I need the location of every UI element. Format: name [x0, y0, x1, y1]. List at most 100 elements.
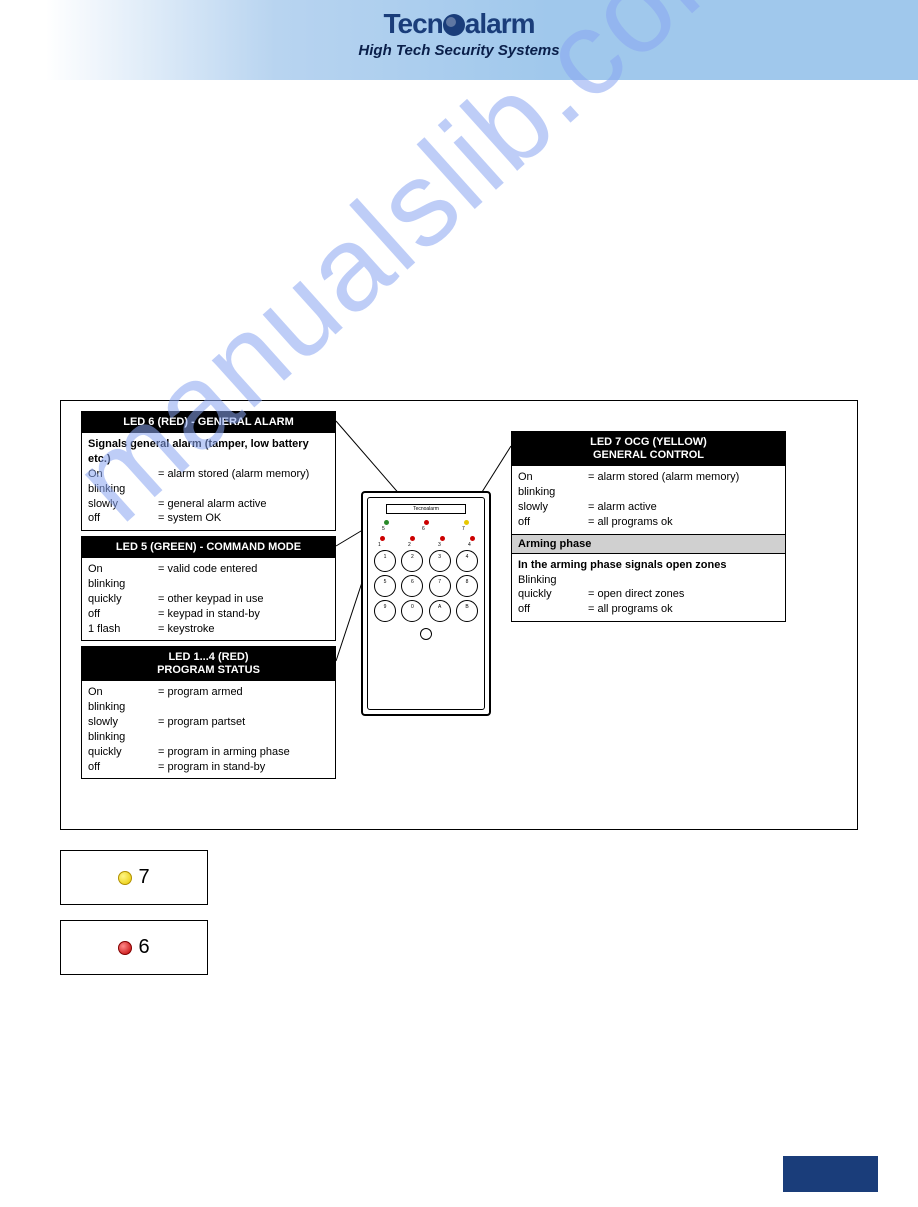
cell: = program armed [158, 685, 329, 700]
cell: slowly [518, 500, 588, 515]
lednum: 6 [422, 526, 425, 532]
led1-red [380, 536, 385, 541]
cell: = program in stand-by [158, 760, 329, 775]
info-led5: LED 5 (GREEN) - COMMAND MODE On= valid c… [81, 536, 336, 641]
key-5[interactable]: 5 [374, 575, 396, 597]
cell: = system OK [158, 511, 329, 526]
cell: quickly [88, 745, 158, 760]
red-dot-icon [118, 941, 132, 955]
cell: slowly [88, 497, 158, 512]
key-8[interactable]: 8 [456, 575, 478, 597]
legend-led7-label: 7 [138, 866, 149, 889]
cell: = keypad in stand-by [158, 607, 329, 622]
cell [158, 730, 329, 745]
cell: blinking [88, 700, 158, 715]
key-9[interactable]: 9 [374, 600, 396, 622]
kl: 5 [375, 577, 395, 588]
cell: 1 flash [88, 622, 158, 637]
cell: = other keypad in use [158, 592, 329, 607]
cell: On [518, 470, 588, 485]
brand-tagline: High Tech Security Systems [0, 42, 918, 59]
cell: On [88, 685, 158, 700]
tamper-hole-icon [420, 628, 432, 640]
info-led5-title: LED 5 (GREEN) - COMMAND MODE [82, 537, 335, 558]
lednum: 2 [408, 542, 411, 548]
lednum: 3 [438, 542, 441, 548]
info-led6-title: LED 6 (RED) - GENERAL ALARM [82, 412, 335, 433]
kl: B [457, 602, 477, 613]
yellow-dot-icon [118, 871, 132, 885]
led7-yellow [464, 520, 469, 525]
key-0[interactable]: 0 [401, 600, 423, 622]
lednum: 7 [462, 526, 465, 532]
key-2[interactable]: 2 [401, 550, 423, 572]
led2-red [410, 536, 415, 541]
globe-icon [443, 14, 465, 36]
cell: off [518, 602, 588, 617]
cell: off [88, 511, 158, 526]
key-3[interactable]: 3 [429, 550, 451, 572]
cell: = alarm active [588, 500, 779, 515]
brand-logo: Tecnalarm [0, 8, 918, 40]
device-brand-plate: Tecnoalarm [386, 504, 466, 514]
info-led6-intro: Signals general alarm (tamper, low batte… [88, 437, 329, 467]
kl: 1 [375, 552, 395, 563]
led4-red [470, 536, 475, 541]
kl: 4 [457, 552, 477, 563]
t1: LED 1...4 (RED) [168, 651, 248, 663]
header-banner: Tecnalarm High Tech Security Systems [0, 0, 918, 80]
t2: GENERAL CONTROL [593, 449, 704, 461]
cell: quickly [518, 587, 588, 602]
cell: = program in arming phase [158, 745, 329, 760]
cell: = alarm stored (alarm memory) [588, 470, 779, 485]
cell: off [88, 607, 158, 622]
led6-red [424, 520, 429, 525]
arming-phase-intro: In the arming phase signals open zones [518, 558, 779, 573]
cell: On [88, 562, 158, 577]
kl: A [430, 602, 450, 613]
brand-text-1: Tecn [384, 8, 443, 39]
legend-led7: 7 [60, 850, 208, 905]
kl: 7 [430, 577, 450, 588]
keypad-diagram: LED 6 (RED) - GENERAL ALARM Signals gene… [60, 400, 858, 830]
cell [158, 700, 329, 715]
cell: On [88, 467, 158, 482]
cell: = all programs ok [588, 515, 779, 530]
cell [158, 482, 329, 497]
kl: 2 [402, 552, 422, 563]
cell: off [88, 760, 158, 775]
cell [588, 573, 779, 588]
kl: 6 [402, 577, 422, 588]
kl: 0 [402, 602, 422, 613]
key-1[interactable]: 1 [374, 550, 396, 572]
key-4[interactable]: 4 [456, 550, 478, 572]
cell: = keystroke [158, 622, 329, 637]
key-7[interactable]: 7 [429, 575, 451, 597]
cell: = open direct zones [588, 587, 779, 602]
cell: blinking [88, 482, 158, 497]
cell: blinking [88, 577, 158, 592]
cell: = alarm stored (alarm memory) [158, 467, 329, 482]
cell [588, 485, 779, 500]
arming-phase-header: Arming phase [512, 534, 785, 554]
info-led14-title: LED 1...4 (RED) PROGRAM STATUS [82, 647, 335, 681]
lednum: 5 [382, 526, 385, 532]
info-led7: LED 7 OCG (YELLOW) GENERAL CONTROL On= a… [511, 431, 786, 622]
info-led6: LED 6 (RED) - GENERAL ALARM Signals gene… [81, 411, 336, 531]
kl: 8 [457, 577, 477, 588]
key-a[interactable]: A [429, 600, 451, 622]
t1: LED 7 OCG (YELLOW) [590, 436, 707, 448]
lednum: 4 [468, 542, 471, 548]
cell: blinking [88, 730, 158, 745]
cell: = program partset [158, 715, 329, 730]
legend-led6-label: 6 [138, 936, 149, 959]
kl: 9 [375, 602, 395, 613]
key-b[interactable]: B [456, 600, 478, 622]
key-6[interactable]: 6 [401, 575, 423, 597]
keypad-grid: 1 2 3 4 5 6 7 8 9 0 A B [374, 550, 478, 622]
cell: slowly [88, 715, 158, 730]
kl: 3 [430, 552, 450, 563]
info-led14: LED 1...4 (RED) PROGRAM STATUS On= progr… [81, 646, 336, 779]
cell: off [518, 515, 588, 530]
footer-bar [783, 1156, 878, 1192]
